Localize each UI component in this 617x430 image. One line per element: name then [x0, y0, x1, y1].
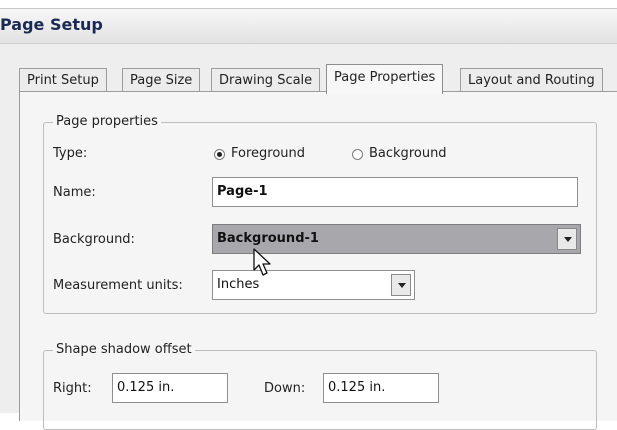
mouse-pointer-icon: [253, 248, 271, 276]
foreground-radio[interactable]: [214, 149, 225, 160]
measurement-units-value: Inches: [217, 277, 260, 292]
page-properties-panel: Page properties Type: Foreground Backgro…: [19, 91, 617, 430]
page-properties-group: Page properties Type: Foreground Backgro…: [43, 114, 597, 314]
dropdown-arrow-icon[interactable]: [557, 228, 577, 250]
dialog-title: Page Setup: [0, 15, 103, 34]
shape-shadow-offset-group: Shape shadow offset Right: 0.125 in. Dow…: [43, 342, 597, 430]
measurement-units-label: Measurement units:: [53, 278, 183, 293]
title-bar: Page Setup: [0, 9, 617, 44]
down-offset-input[interactable]: 0.125 in.: [323, 373, 439, 403]
down-offset-label: Down:: [264, 381, 306, 396]
background-radio-label[interactable]: Background: [369, 146, 447, 161]
background-select-value: Background-1: [217, 231, 319, 246]
tab-drawing-scale[interactable]: Drawing Scale: [211, 68, 321, 92]
tab-print-setup[interactable]: Print Setup: [19, 68, 107, 92]
background-radio[interactable]: [352, 149, 363, 160]
name-input[interactable]: Page-1: [212, 177, 578, 207]
name-label: Name:: [53, 185, 96, 200]
type-label: Type:: [53, 146, 88, 161]
tab-layout-and-routing[interactable]: Layout and Routing: [460, 68, 603, 92]
tab-page-properties[interactable]: Page Properties: [326, 64, 444, 94]
foreground-radio-label[interactable]: Foreground: [231, 146, 305, 161]
right-offset-label: Right:: [53, 381, 92, 396]
measurement-units-select[interactable]: Inches: [212, 270, 415, 300]
right-offset-input[interactable]: 0.125 in.: [112, 373, 228, 403]
background-label: Background:: [53, 232, 135, 247]
dropdown-arrow-icon[interactable]: [391, 274, 411, 296]
page-setup-dialog: Page Setup Print Setup Page Size Drawing…: [0, 8, 617, 430]
page-properties-legend: Page properties: [53, 114, 161, 129]
shape-shadow-offset-legend: Shape shadow offset: [53, 342, 195, 357]
tab-page-size[interactable]: Page Size: [122, 68, 201, 92]
